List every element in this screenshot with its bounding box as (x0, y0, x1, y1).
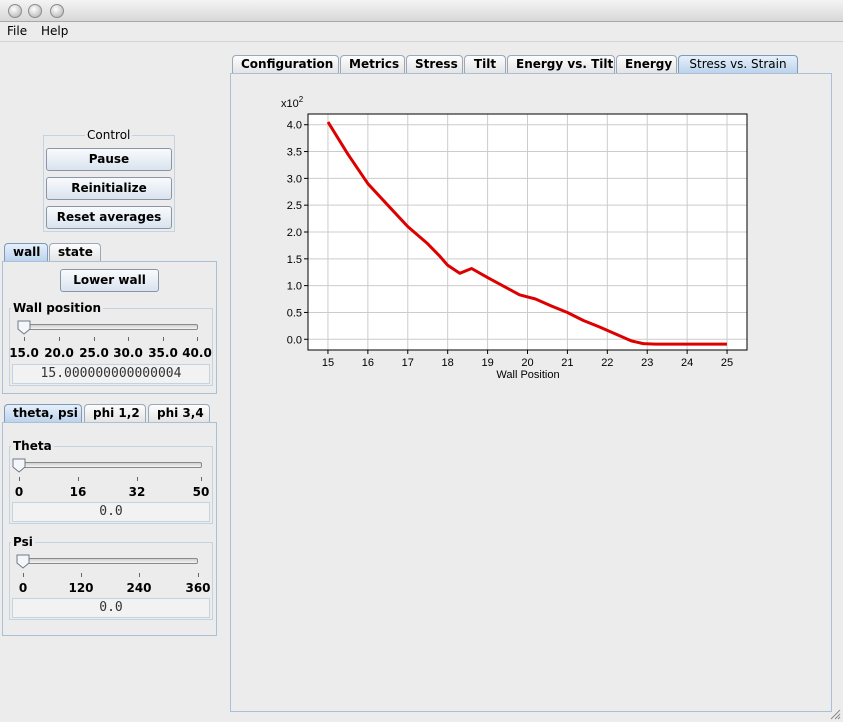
tab-tilt[interactable]: Tilt (464, 55, 506, 73)
tab-theta-psi[interactable]: theta, psi (4, 404, 82, 422)
close-window-button[interactable] (8, 4, 22, 18)
wall-tick (163, 337, 164, 341)
theta-tick (19, 477, 20, 481)
wall-tick (24, 337, 25, 341)
psi-track (20, 558, 198, 564)
y-tick-label: 1.0 (287, 281, 302, 293)
tab-wall[interactable]: wall (4, 243, 48, 261)
theta-track (18, 462, 202, 468)
pause-button[interactable]: Pause (46, 148, 172, 171)
menu-file[interactable]: File (7, 24, 27, 38)
angle-panel: Theta 0 16 32 50 0.0 Psi 0 120 240 360 0… (2, 422, 217, 636)
psi-tick-label: 0 (18, 581, 28, 595)
y-tick-label: 4.0 (287, 120, 302, 132)
theta-tick-label: 0 (14, 485, 24, 499)
menu-bar: File Help (0, 22, 843, 42)
tab-energy[interactable]: Energy (616, 55, 677, 73)
tab-state[interactable]: state (49, 243, 101, 261)
theta-tick-label: 50 (192, 485, 210, 499)
x-axis-ticks: 15 16 17 18 19 20 21 22 23 24 25 (322, 350, 733, 369)
theta-legend: Theta (11, 439, 54, 453)
lower-wall-button[interactable]: Lower wall (60, 269, 159, 292)
tab-energy-vs-tilt[interactable]: Energy vs. Tilt (507, 55, 615, 73)
wall-position-legend: Wall position (11, 301, 104, 315)
reinitialize-button[interactable]: Reinitialize (46, 177, 172, 200)
theta-group: Theta 0 16 32 50 0.0 (9, 439, 213, 524)
theta-tick (78, 477, 79, 481)
theta-tick (137, 477, 138, 481)
x-axis-label: Wall Position (496, 369, 559, 381)
stress-strain-plot: 15 16 17 18 19 20 21 22 23 24 25 0.0 0.5 1.0 1.5 2.0 2.… (281, 95, 748, 381)
wall-position-group: Wall position 15.0 20.0 25.0 30.0 35.0 4… (9, 301, 213, 386)
tab-metrics[interactable]: Metrics (340, 55, 405, 73)
x-tick-label: 24 (681, 357, 693, 369)
control-legend: Control (85, 128, 133, 142)
wall-position-slider-thumb[interactable] (17, 320, 31, 335)
window-titlebar[interactable] (0, 0, 843, 22)
y-tick-label: 0.5 (287, 307, 302, 319)
reset-averages-button[interactable]: Reset averages (46, 206, 172, 229)
theta-tick-label: 32 (128, 485, 146, 499)
psi-tick (81, 573, 82, 577)
y-axis-ticks: 0.0 0.5 1.0 1.5 2.0 2.5 3.0 3.5 4.0 (287, 120, 308, 346)
theta-tick-label: 16 (69, 485, 87, 499)
wall-position-value: 15.000000000000004 (12, 364, 210, 384)
y-tick-label: 0.0 (287, 334, 302, 346)
y-tick-label: 2.5 (287, 200, 302, 212)
theta-slider-thumb[interactable] (12, 458, 26, 473)
x-tick-label: 16 (362, 357, 374, 369)
zoom-window-button[interactable] (50, 4, 64, 18)
psi-tick (23, 573, 24, 577)
menu-help[interactable]: Help (41, 24, 68, 38)
x-tick-label: 25 (721, 357, 733, 369)
x-tick-label: 19 (481, 357, 493, 369)
x-tick-label: 23 (641, 357, 653, 369)
psi-group: Psi 0 120 240 360 0.0 (9, 535, 213, 620)
resize-grip-icon[interactable] (829, 708, 841, 720)
x-tick-label: 21 (561, 357, 573, 369)
tab-stress-vs-strain[interactable]: Stress vs. Strain (678, 55, 798, 73)
y-tick-label: 2.0 (287, 227, 302, 239)
x-tick-label: 22 (601, 357, 613, 369)
tab-stress[interactable]: Stress (406, 55, 463, 73)
psi-legend: Psi (11, 535, 35, 549)
wall-panel: Lower wall Wall position 15.0 20.0 25.0 … (2, 261, 217, 394)
tab-phi-1-2[interactable]: phi 1,2 (84, 404, 146, 422)
tab-phi-3-4[interactable]: phi 3,4 (148, 404, 210, 422)
wall-tick-label: 30.0 (113, 346, 143, 360)
y-multiplier-label: x102 (281, 95, 304, 110)
wall-tick (197, 337, 198, 341)
y-tick-label: 1.5 (287, 254, 302, 266)
wall-tick (94, 337, 95, 341)
psi-tick-label: 120 (68, 581, 94, 595)
y-tick-label: 3.5 (287, 147, 302, 159)
theta-value: 0.0 (12, 502, 210, 522)
psi-tick (139, 573, 140, 577)
wall-tick (59, 337, 60, 341)
psi-tick-label: 360 (185, 581, 211, 595)
x-tick-label: 17 (402, 357, 414, 369)
x-tick-label: 18 (442, 357, 454, 369)
x-tick-label: 15 (322, 357, 334, 369)
wall-position-track (18, 324, 198, 330)
psi-tick (198, 573, 199, 577)
psi-tick-label: 240 (126, 581, 152, 595)
psi-slider-thumb[interactable] (16, 554, 30, 569)
theta-tick (201, 477, 202, 481)
wall-tick (128, 337, 129, 341)
tab-configuration[interactable]: Configuration (232, 55, 339, 73)
control-group: Control Pause Reinitialize Reset average… (43, 128, 175, 232)
minimize-window-button[interactable] (28, 4, 42, 18)
psi-value: 0.0 (12, 598, 210, 618)
wall-tick-label: 20.0 (44, 346, 74, 360)
y-tick-label: 3.0 (287, 173, 302, 185)
main-tab-panel: 15 16 17 18 19 20 21 22 23 24 25 0.0 0.5 1.0 1.5 2.0 2.… (230, 73, 832, 712)
wall-tick-label: 15.0 (9, 346, 39, 360)
wall-tick-label: 40.0 (182, 346, 212, 360)
x-tick-label: 20 (521, 357, 533, 369)
